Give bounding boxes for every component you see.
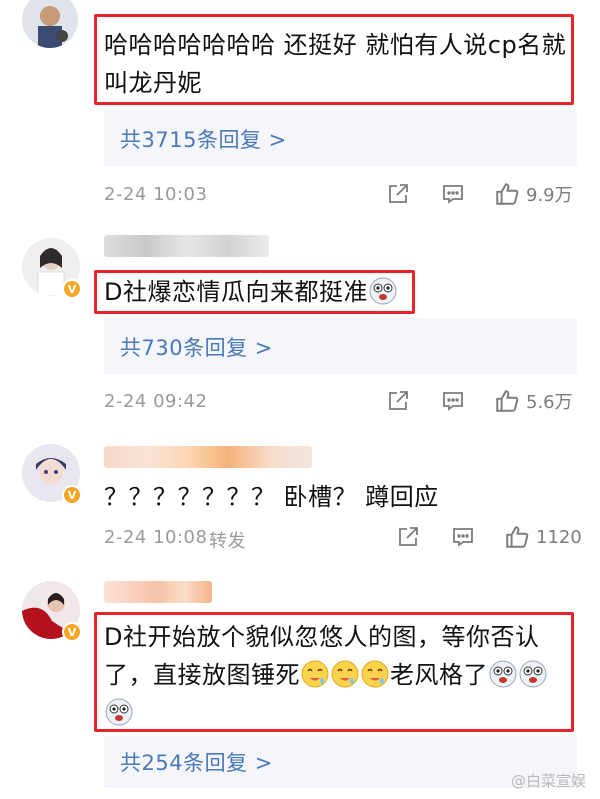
comment-button[interactable] xyxy=(451,525,475,549)
username-blurred[interactable] xyxy=(104,235,269,257)
reply-summary[interactable]: 共3715条回复 > xyxy=(104,110,577,166)
like-button[interactable]: 5.6万 xyxy=(494,388,573,414)
share-button[interactable] xyxy=(386,389,410,413)
comment-body: ？？？？？？？ 卧槽？ 蹲回应 xyxy=(104,483,439,511)
reply-summary[interactable]: 共254条回复 > xyxy=(104,736,577,788)
comment-time: 2-24 10:03 xyxy=(104,184,208,205)
share-button[interactable] xyxy=(396,525,420,549)
share-icon xyxy=(389,391,408,410)
like-button[interactable]: 1120 xyxy=(504,524,582,550)
forward-link[interactable]: 转发 xyxy=(209,527,246,553)
scared-emoji xyxy=(488,659,518,689)
like-button[interactable]: 9.9万 xyxy=(494,181,573,207)
verified-badge: V xyxy=(62,485,82,505)
comment-icon xyxy=(443,392,463,411)
watermark: @白菜宣娱 xyxy=(510,772,586,790)
comment-icon xyxy=(453,528,473,547)
comment-body: D社爆恋情瓜向来都挺准 xyxy=(104,273,398,311)
comment-button[interactable] xyxy=(441,182,465,206)
like-count: 1120 xyxy=(536,526,582,548)
drooling-emoji xyxy=(330,659,360,689)
comment-body: D社开始放个貌似忽悠人的图，等你否认 了，直接放图锤死 老风格了 xyxy=(104,618,570,732)
share-icon xyxy=(389,184,408,203)
comment-body: 哈哈哈哈哈哈哈 还挺好 就怕有人说cp名就 叫龙丹妮 xyxy=(104,31,567,97)
like-count: 9.9万 xyxy=(526,185,573,206)
like-icon xyxy=(496,390,519,412)
reply-count-link[interactable]: 共3715条回复 > xyxy=(120,124,287,154)
verified-badge: V xyxy=(62,279,82,299)
drooling-emoji xyxy=(300,659,330,689)
scared-emoji xyxy=(368,276,398,306)
like-icon xyxy=(496,183,519,205)
reply-count-link[interactable]: 共254条回复 > xyxy=(120,747,273,777)
comment-time: 2-24 10:08 xyxy=(104,527,208,548)
like-icon xyxy=(506,526,529,548)
avatar[interactable] xyxy=(22,0,78,48)
scared-emoji xyxy=(518,659,548,689)
comment-time: 2-24 09:42 xyxy=(104,391,208,412)
reply-count-link[interactable]: 共730条回复 > xyxy=(120,332,273,362)
share-icon xyxy=(399,527,418,546)
username-blurred[interactable] xyxy=(104,446,312,468)
like-count: 5.6万 xyxy=(526,392,573,413)
verified-badge: V xyxy=(62,622,82,642)
reply-summary[interactable]: 共730条回复 > xyxy=(104,318,577,374)
scared-emoji xyxy=(104,697,134,727)
comment-icon xyxy=(443,185,463,204)
drooling-emoji xyxy=(360,659,390,689)
share-button[interactable] xyxy=(386,182,410,206)
comment-button[interactable] xyxy=(441,389,465,413)
username-blurred[interactable] xyxy=(104,581,212,603)
